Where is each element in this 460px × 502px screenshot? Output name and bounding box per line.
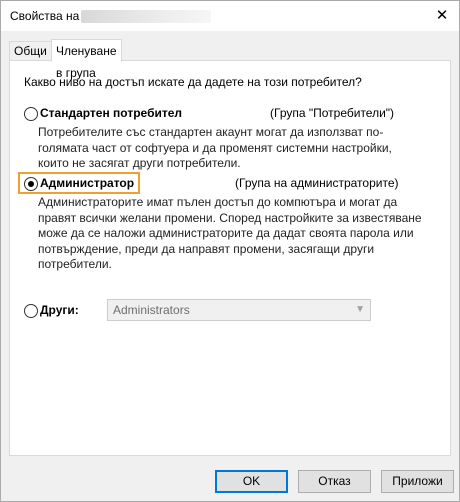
standard-user-description: Потребителите със стандартен акаунт мога… bbox=[38, 125, 392, 170]
other-label[interactable]: Други: bbox=[40, 303, 79, 317]
apply-button[interactable]: Приложи bbox=[381, 470, 454, 493]
radio-other[interactable] bbox=[24, 304, 38, 318]
other-group-select[interactable]: Administrators ▼ bbox=[107, 299, 371, 321]
standard-user-label[interactable]: Стандартен потребител bbox=[40, 106, 182, 120]
tab-general[interactable]: Общи bbox=[9, 41, 52, 61]
chevron-down-icon: ▼ bbox=[355, 304, 365, 315]
administrator-description: Администраторите имат пълен достъп до ко… bbox=[38, 195, 422, 271]
redacted-username bbox=[81, 10, 211, 23]
group-membership-panel: Какво ниво на достъп искате да дадете на… bbox=[9, 60, 451, 456]
tab-group-membership[interactable]: Членуване в група bbox=[51, 39, 122, 80]
ok-button[interactable]: OK bbox=[215, 470, 288, 493]
window-title: Свойства на bbox=[10, 9, 80, 23]
administrators-group-label: (Група на администраторите) bbox=[235, 176, 399, 190]
other-group-select-value: Administrators bbox=[113, 303, 190, 317]
users-group-label: (Група "Потребители") bbox=[270, 106, 395, 120]
cancel-button[interactable]: Отказ bbox=[298, 470, 371, 493]
radio-administrator[interactable] bbox=[24, 177, 38, 191]
title-bar: Свойства на ✕ bbox=[1, 1, 459, 31]
close-icon[interactable]: ✕ bbox=[425, 1, 459, 31]
radio-standard-user[interactable] bbox=[24, 107, 38, 121]
properties-dialog: Свойства на ✕ Общи Членуване в група Как… bbox=[0, 0, 460, 502]
administrator-label[interactable]: Администратор bbox=[40, 176, 134, 190]
